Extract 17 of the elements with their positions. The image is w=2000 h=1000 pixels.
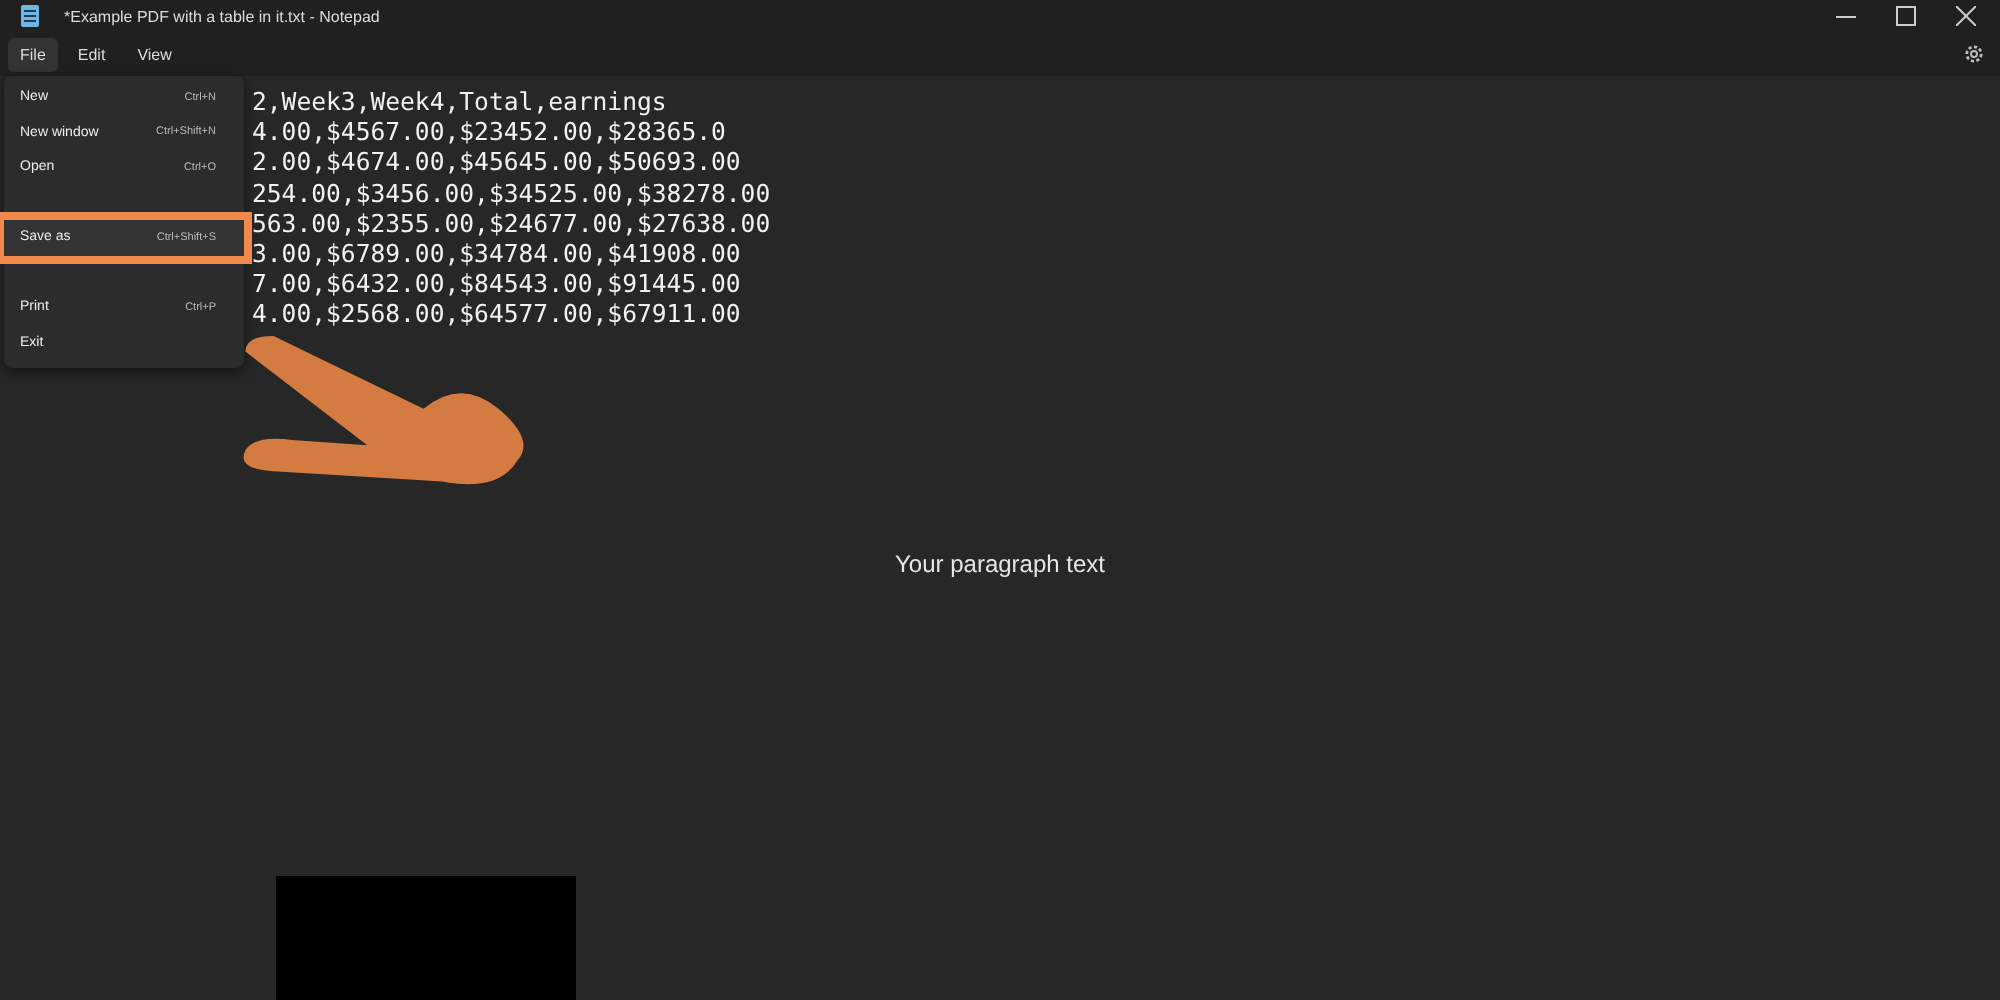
text-line: 4.00,$2568.00,$64577.00,$67911.00	[252, 300, 743, 332]
menu-item[interactable]: File	[8, 37, 58, 71]
text-line: 2,Week3,Week4,Total,earnings	[252, 88, 669, 119]
text-line: 563.00,$2355.00,$24677.00,$27638.00	[252, 209, 773, 241]
text-line: 254.00,$3456.00,$34525.00,$38278.00	[252, 179, 773, 210]
text-line: 2.00,$4674.00,$45645.00,$50693.00	[252, 148, 743, 180]
window-title: *Example PDF with a table in it.txt - Notepad	[64, 7, 380, 25]
menu-item[interactable]: Edit	[65, 37, 118, 71]
settings-icon[interactable]	[1964, 44, 1984, 64]
notepad-icon	[20, 4, 40, 28]
close-icon[interactable]	[1956, 6, 1976, 26]
text-line: 3.00,$6789.00,$34784.00,$41908.00	[252, 240, 743, 271]
text-line: 4.00,$4567.00,$23452.00,$28365.0	[252, 118, 728, 149]
menu-item[interactable]: View	[125, 37, 184, 71]
maximize-icon[interactable]	[1896, 6, 1916, 26]
paragraph-text: Your paragraph text	[895, 549, 1105, 578]
text-line: 7.00,$6432.00,$84543.00,$91445.00	[252, 270, 743, 301]
